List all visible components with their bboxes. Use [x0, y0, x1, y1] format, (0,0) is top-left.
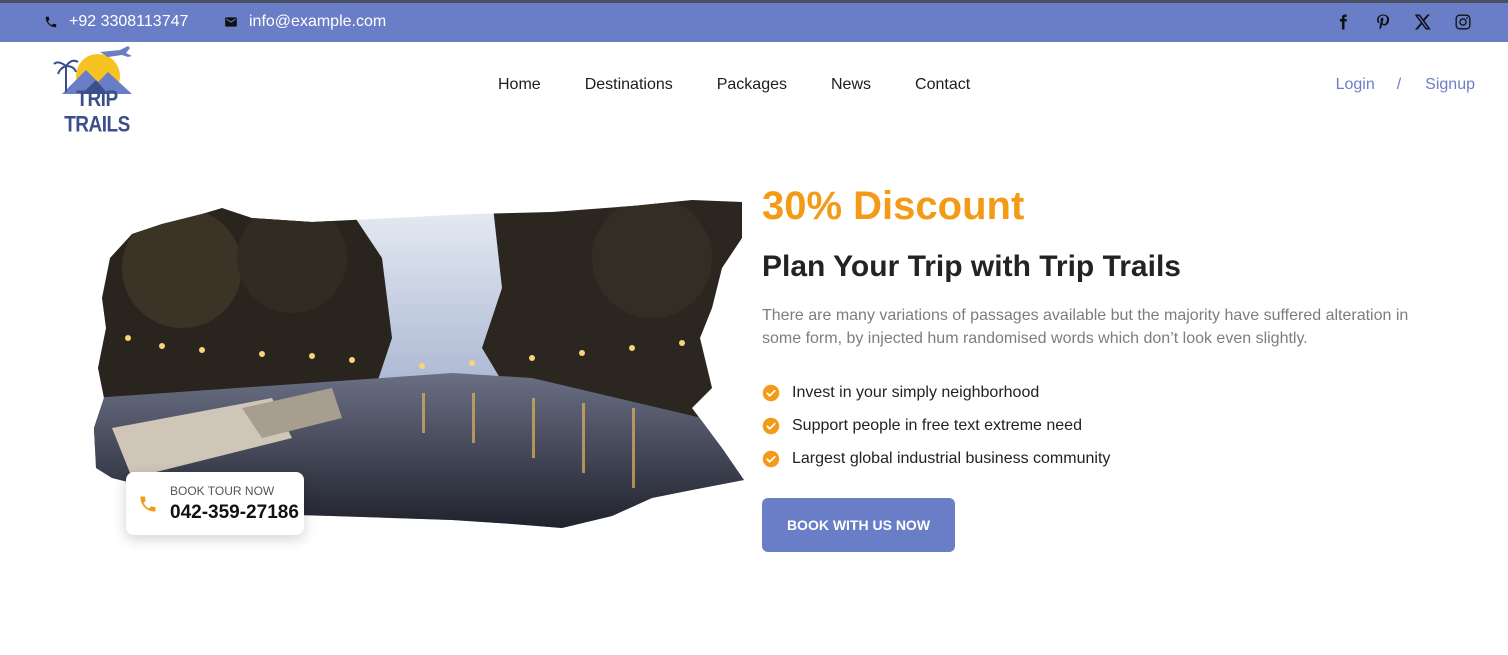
check-circle-icon [762, 417, 780, 435]
email-address: info@example.com [249, 13, 387, 30]
nav-destinations[interactable]: Destinations [585, 76, 673, 94]
phone-number: +92 3308113747 [69, 13, 189, 30]
mail-icon [225, 17, 237, 27]
book-tour-card[interactable]: BOOK TOUR NOW 042-359-27186 [126, 472, 304, 535]
primary-menu: Home Destinations Packages News Contact [498, 76, 970, 94]
feature-list: Invest in your simply neighborhood Suppo… [762, 376, 1110, 475]
auth-links: Login / Signup [1336, 76, 1475, 94]
brand-name: TRIP TRAILS [64, 87, 130, 138]
phone-contact[interactable]: +92 3308113747 [44, 13, 188, 31]
main-navbar: TRIP TRAILS Home Destinations Packages N… [0, 42, 1508, 137]
list-item: Largest global industrial business commu… [762, 442, 1110, 475]
nav-contact[interactable]: Contact [915, 76, 970, 94]
check-circle-icon [762, 384, 780, 402]
feature-text: Largest global industrial business commu… [792, 449, 1111, 467]
nav-news[interactable]: News [831, 76, 871, 94]
login-link[interactable]: Login [1336, 76, 1375, 94]
book-tour-label: BOOK TOUR NOW [170, 484, 275, 498]
book-now-button[interactable]: BOOK WITH US NOW [762, 498, 955, 552]
discount-heading: 30% Discount [762, 184, 1025, 228]
feature-text: Invest in your simply neighborhood [792, 383, 1040, 401]
list-item: Invest in your simply neighborhood [762, 376, 1110, 409]
auth-separator: / [1396, 76, 1402, 93]
list-item: Support people in free text extreme need [762, 409, 1110, 442]
facebook-icon[interactable] [1334, 13, 1352, 31]
signup-link[interactable]: Signup [1425, 76, 1475, 94]
hero-description: There are many variations of passages av… [762, 307, 1409, 347]
book-tour-phone: 042-359-27186 [170, 502, 299, 523]
hero-title: Plan Your Trip with Trip Trails [762, 250, 1181, 283]
logo-graphic [53, 46, 132, 98]
nav-home[interactable]: Home [498, 76, 541, 94]
instagram-icon[interactable] [1454, 13, 1472, 31]
x-icon[interactable] [1414, 13, 1432, 31]
check-circle-icon [762, 450, 780, 468]
social-links [1334, 13, 1472, 31]
nav-packages[interactable]: Packages [717, 76, 787, 94]
brand-logo[interactable]: TRIP TRAILS [46, 44, 148, 137]
email-contact[interactable]: info@example.com [224, 13, 386, 31]
phone-icon [45, 16, 57, 28]
feature-text: Support people in free text extreme need [792, 416, 1082, 434]
pinterest-icon[interactable] [1374, 13, 1392, 31]
phone-icon [138, 494, 158, 514]
top-bar: +92 3308113747 info@example.com [0, 0, 1508, 42]
